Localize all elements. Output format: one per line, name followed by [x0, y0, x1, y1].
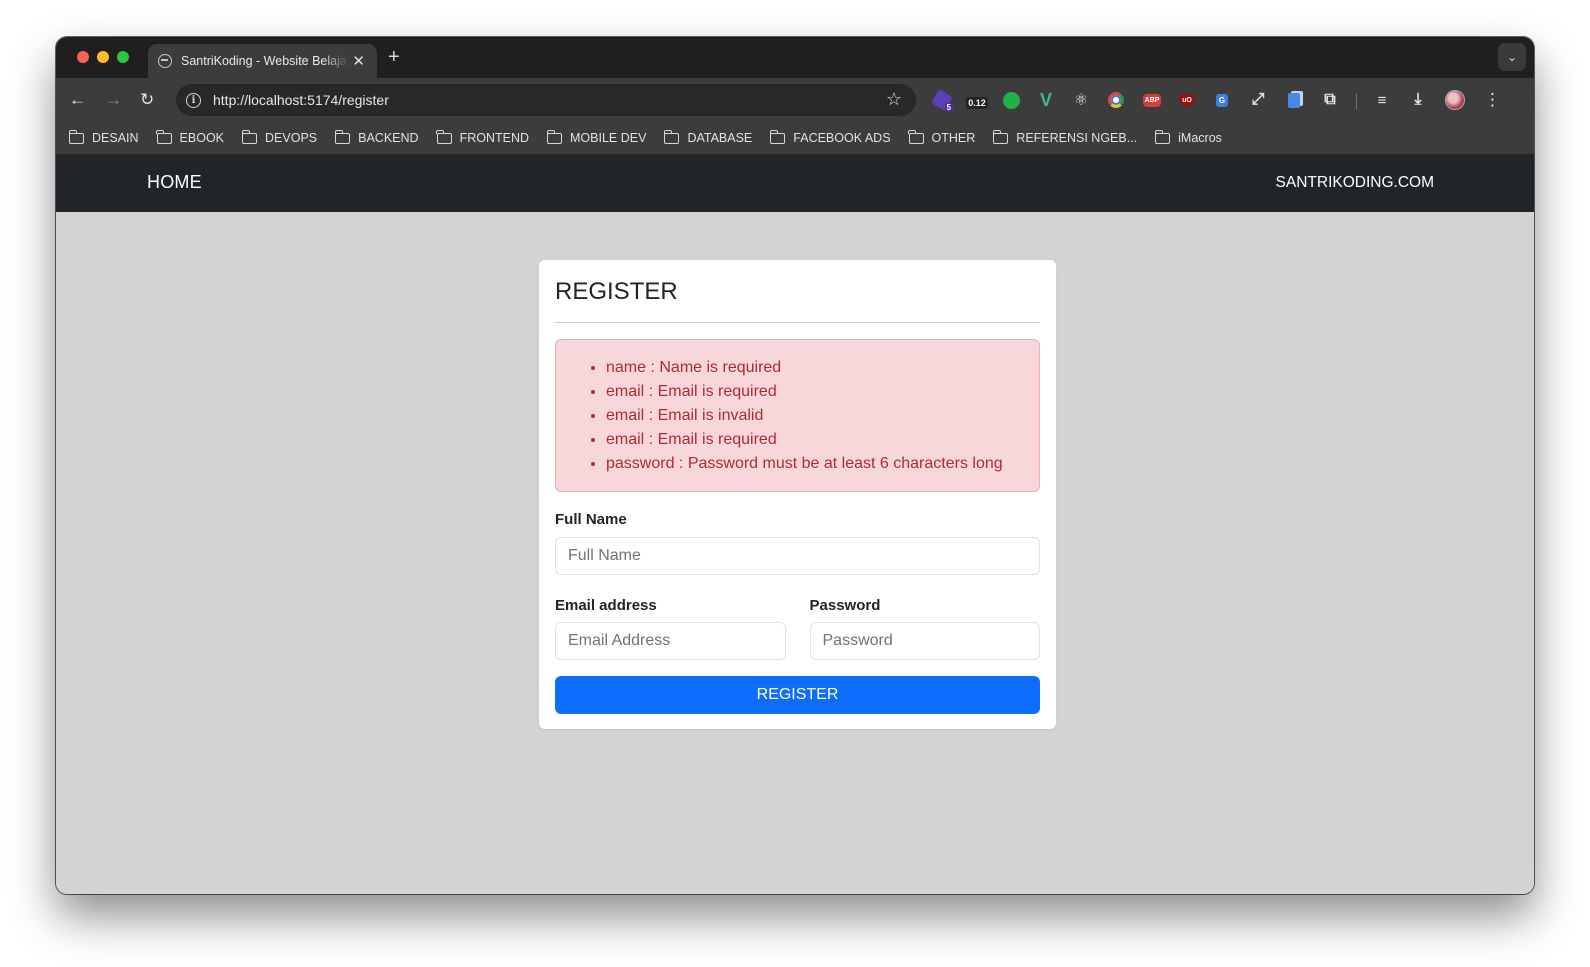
folder-icon [992, 129, 1009, 144]
divider [555, 322, 1040, 323]
folder-icon [769, 129, 786, 144]
zoom-window-button[interactable] [117, 51, 129, 63]
react-devtools-icon[interactable]: ⚛ [1071, 90, 1091, 110]
bookmark-folder[interactable]: DATABASE [663, 129, 752, 145]
bookmark-folder[interactable]: DESAIN [68, 129, 139, 145]
full-name-input[interactable] [555, 537, 1040, 575]
bookmark-folder[interactable]: OTHER [908, 129, 975, 145]
page-content: HOME SANTRIKODING.COM REGISTER name : Na… [56, 154, 1534, 894]
tab-strip: SantriKoding - Website Belajar ✕ + ⌄ [56, 37, 1534, 78]
address-bar[interactable]: i http://localhost:5174/register ☆ [176, 84, 916, 116]
folder-icon [68, 129, 84, 144]
error-item: email : Email is invalid [606, 404, 1023, 428]
folder-icon [663, 129, 680, 144]
register-title: REGISTER [555, 278, 678, 305]
download-icon[interactable]: ⤓ [1408, 90, 1428, 110]
google-translate-icon[interactable]: G [1212, 90, 1232, 110]
error-item: email : Email is required [606, 380, 1023, 404]
extension-badge-icon[interactable]: 5 [931, 89, 953, 112]
more-menu-icon[interactable]: ⋮ [1484, 90, 1501, 110]
chrome-extension-icon[interactable] [1106, 90, 1126, 110]
error-list: name : Name is required email : Email is… [588, 356, 1023, 476]
tab-search-button[interactable]: ⌄ [1498, 43, 1526, 71]
error-item: name : Name is required [606, 356, 1023, 380]
new-tab-button[interactable]: + [388, 46, 400, 69]
bookmark-folder[interactable]: BACKEND [334, 129, 419, 145]
register-button[interactable]: REGISTER [555, 676, 1040, 714]
nav-home-link[interactable]: HOME [147, 172, 202, 193]
email-input[interactable] [555, 622, 786, 660]
close-window-button[interactable] [77, 51, 89, 63]
ublock-origin-icon[interactable]: uO [1177, 90, 1197, 110]
expand-icon[interactable]: ⤢ [1248, 90, 1268, 110]
register-card: REGISTER name : Name is required email :… [539, 260, 1056, 729]
bookmark-star-icon[interactable]: ☆ [886, 89, 902, 110]
folder-icon [908, 129, 924, 144]
nav-site-link[interactable]: SANTRIKODING.COM [1276, 174, 1434, 192]
tab-title: SantriKoding - Website Belajar [181, 54, 349, 68]
bookmark-folder[interactable]: MOBILE DEV [546, 129, 646, 145]
adblock-plus-icon[interactable]: ABP [1142, 90, 1162, 110]
password-input[interactable] [809, 622, 1040, 660]
extensions-puzzle-icon[interactable]: ⧉ [1320, 90, 1340, 110]
active-tab[interactable]: SantriKoding - Website Belajar ✕ [148, 44, 377, 78]
minimize-window-button[interactable] [97, 51, 109, 63]
full-name-label: Full Name [555, 511, 627, 528]
close-tab-icon[interactable]: ✕ [352, 52, 365, 70]
url-text[interactable]: http://localhost:5174/register [213, 92, 389, 108]
error-item: email : Email is required [606, 428, 1023, 452]
toolbar-divider [1356, 93, 1357, 109]
globe-icon [158, 54, 172, 68]
folder-icon [241, 129, 258, 144]
bookmark-folder[interactable]: iMacros [1154, 129, 1222, 145]
extension-green-dot-icon[interactable] [1001, 90, 1021, 110]
bookmarks-bar: DESAIN EBOOK DEVOPS BACKEND FRONTEND MOB… [56, 122, 1534, 154]
document-extension-icon[interactable] [1284, 90, 1304, 110]
password-group: Password [809, 596, 1040, 660]
email-group: Email address [555, 596, 786, 660]
folder-icon [546, 129, 563, 144]
reload-icon[interactable]: ↻ [140, 90, 154, 110]
site-navbar: HOME SANTRIKODING.COM [56, 154, 1534, 212]
folder-icon [156, 129, 172, 144]
credentials-row: Email address Password [555, 596, 1040, 660]
bookmark-folder[interactable]: REFERENSI NGEB... [992, 129, 1137, 145]
validation-error-alert: name : Name is required email : Email is… [555, 339, 1040, 492]
folder-icon [436, 129, 452, 144]
folder-icon [1154, 129, 1171, 144]
password-label: Password [809, 597, 881, 614]
media-controls-icon[interactable]: ≡ [1372, 90, 1392, 110]
vue-devtools-icon[interactable]: V [1036, 90, 1056, 110]
full-name-group: Full Name [555, 510, 1040, 575]
error-item: password : Password must be at least 6 c… [606, 452, 1023, 476]
profile-avatar[interactable] [1445, 90, 1465, 110]
back-arrow-icon[interactable]: ← [69, 90, 86, 110]
extension-timer-icon[interactable]: 0.12 [964, 90, 990, 110]
bookmark-folder[interactable]: FRONTEND [436, 129, 529, 145]
forward-arrow-icon[interactable]: → [105, 90, 122, 110]
browser-toolbar: ← → ↻ i http://localhost:5174/register ☆… [56, 78, 1534, 122]
browser-window: SantriKoding - Website Belajar ✕ + ⌄ ← →… [56, 37, 1534, 894]
bookmark-folder[interactable]: DEVOPS [241, 129, 317, 145]
email-label: Email address [555, 597, 657, 614]
folder-icon [334, 129, 351, 144]
site-info-icon[interactable]: i [186, 92, 201, 108]
bookmark-folder[interactable]: EBOOK [156, 129, 224, 145]
bookmark-folder[interactable]: FACEBOOK ADS [769, 129, 891, 145]
